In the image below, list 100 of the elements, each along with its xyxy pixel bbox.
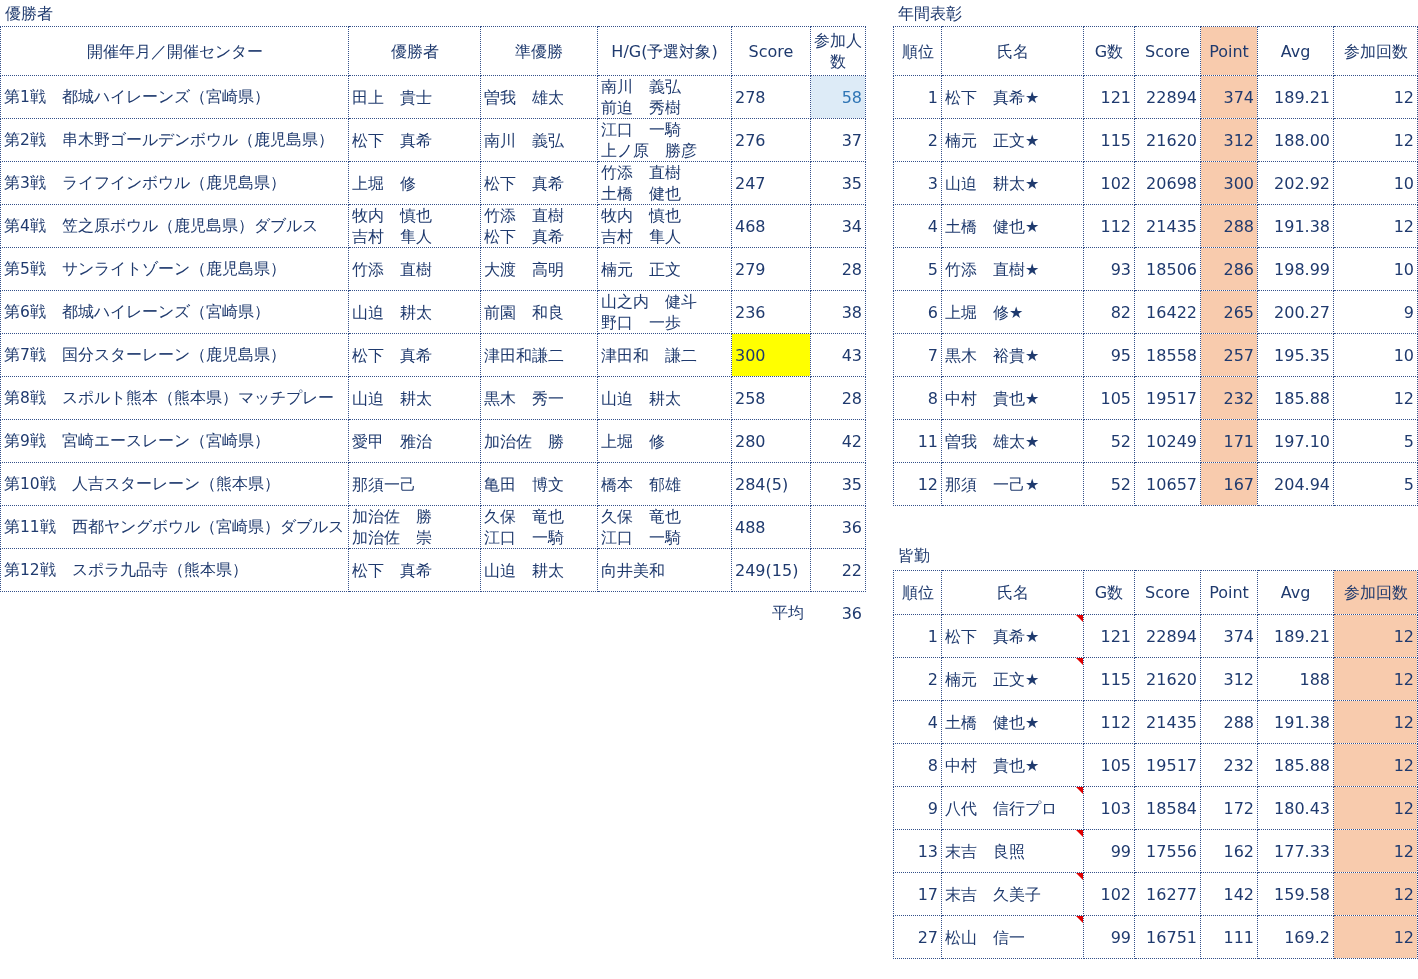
table-cell: 115 (1083, 118, 1135, 162)
table-cell: 191.38 (1257, 700, 1334, 744)
table-cell: 松下 真希★ (941, 75, 1084, 119)
table-cell: 185.88 (1257, 743, 1334, 787)
table-cell: 12 (1333, 872, 1418, 916)
table-cell: 10249 (1134, 419, 1201, 463)
table-cell: 八代 信行プロ (941, 786, 1084, 830)
table-cell: 121 (1083, 75, 1135, 119)
table-cell: 488 (731, 505, 811, 549)
table-cell: 1 (893, 614, 942, 658)
table-cell: 9 (1333, 290, 1418, 334)
table-cell: 22 (810, 548, 866, 592)
comment-marker-icon (1076, 830, 1083, 837)
table-cell: 山迫 耕太 (348, 290, 481, 334)
table-cell: 171 (1200, 419, 1258, 463)
table-cell: 5 (1333, 419, 1418, 463)
table-cell: 27 (893, 915, 942, 959)
table-cell: 松下 真希 (348, 333, 481, 377)
table-cell: 7 (893, 333, 942, 377)
table-cell: 12 (1333, 657, 1418, 701)
table-cell: 82 (1083, 290, 1135, 334)
table-cell: 久保 竜也 江口 一騎 (597, 505, 732, 549)
table-cell: 第10戦 人吉スターレーン（熊本県） (0, 462, 349, 506)
table-cell: 232 (1200, 743, 1258, 787)
table-cell: 12 (1333, 118, 1418, 162)
table-cell: 10 (1333, 247, 1418, 291)
table-cell: 21435 (1134, 204, 1201, 248)
table-cell: 愛甲 雅治 (348, 419, 481, 463)
table-cell: 22894 (1134, 75, 1201, 119)
table-cell: 258 (731, 376, 811, 420)
table-cell: 34 (810, 204, 866, 248)
column-header: Score (731, 26, 811, 76)
table-cell: 112 (1083, 204, 1135, 248)
table-cell: 第8戦 スポルト熊本（熊本県）マッチプレー (0, 376, 349, 420)
table-cell: 南川 義弘 前迫 秀樹 (597, 75, 732, 119)
table-cell: 牧内 慎也 吉村 隼人 (348, 204, 481, 248)
table-cell: 竹添 直樹★ (941, 247, 1084, 291)
table-cell: 8 (893, 376, 942, 420)
table-cell: 末吉 良照 (941, 829, 1084, 873)
table-cell: 280 (731, 419, 811, 463)
table-cell: 58 (810, 75, 866, 119)
column-header: Point (1200, 26, 1258, 76)
table-cell: 284(5) (731, 462, 811, 506)
table-cell: 那須 一己★ (941, 462, 1084, 506)
table-cell: 12 (1333, 915, 1418, 959)
column-header: G数 (1083, 26, 1135, 76)
table-cell: 上堀 修★ (941, 290, 1084, 334)
table-cell: 191.38 (1257, 204, 1334, 248)
table-cell: 13 (893, 829, 942, 873)
table-cell: 21620 (1134, 118, 1201, 162)
table-cell: 第1戦 都城ハイレーンズ（宮崎県） (0, 75, 349, 119)
table-cell: 19517 (1134, 743, 1201, 787)
table-cell: 9 (893, 786, 942, 830)
table-cell: 3 (893, 161, 942, 205)
table-cell: 189.21 (1257, 614, 1334, 658)
column-header: 氏名 (941, 26, 1084, 76)
table-cell: 18558 (1134, 333, 1201, 377)
table-cell: 黒木 裕貴★ (941, 333, 1084, 377)
table-cell: 169.2 (1257, 915, 1334, 959)
table-cell: 6 (893, 290, 942, 334)
table-cell: 第6戦 都城ハイレーンズ（宮崎県） (0, 290, 349, 334)
table-cell: 37 (810, 118, 866, 162)
section-title: 年間表彰 (897, 3, 963, 25)
table-cell: 19517 (1134, 376, 1201, 420)
table-cell: 前園 和良 (480, 290, 598, 334)
table-cell: 10 (1333, 333, 1418, 377)
table-cell: 山迫 耕太 (597, 376, 732, 420)
table-cell: 第12戦 スポラ九品寺（熊本県） (0, 548, 349, 592)
table-cell: 105 (1083, 743, 1135, 787)
table-cell: 249(15) (731, 548, 811, 592)
table-cell: 松山 信一 (941, 915, 1084, 959)
table-cell: 204.94 (1257, 462, 1334, 506)
table-cell: 4 (893, 204, 942, 248)
table-cell: 17556 (1134, 829, 1201, 873)
table-cell: 大渡 高明 (480, 247, 598, 291)
table-cell: 102 (1083, 872, 1135, 916)
table-cell: 167 (1200, 462, 1258, 506)
table-cell: 312 (1200, 118, 1258, 162)
table-cell: 198.99 (1257, 247, 1334, 291)
table-cell: 南川 義弘 (480, 118, 598, 162)
table-cell: 第9戦 宮崎エースレーン（宮崎県） (0, 419, 349, 463)
comment-marker-icon (1076, 658, 1083, 665)
table-cell: 久保 竜也 江口 一騎 (480, 505, 598, 549)
comment-marker-icon (1076, 615, 1083, 622)
table-cell: 374 (1200, 75, 1258, 119)
table-cell: 8 (893, 743, 942, 787)
table-cell: 5 (1333, 462, 1418, 506)
table-cell: 300 (1200, 161, 1258, 205)
table-cell: 111 (1200, 915, 1258, 959)
comment-marker-icon (1076, 916, 1083, 923)
table-cell: 232 (1200, 376, 1258, 420)
table-cell: 21435 (1134, 700, 1201, 744)
table-cell: 12 (1333, 614, 1418, 658)
table-cell: 21620 (1134, 657, 1201, 701)
table-cell: 276 (731, 118, 811, 162)
table-cell: 10657 (1134, 462, 1201, 506)
table-cell: 247 (731, 161, 811, 205)
column-header: 順位 (893, 570, 942, 615)
column-header: 優勝者 (348, 26, 481, 76)
table-cell: 中村 貴也★ (941, 743, 1084, 787)
